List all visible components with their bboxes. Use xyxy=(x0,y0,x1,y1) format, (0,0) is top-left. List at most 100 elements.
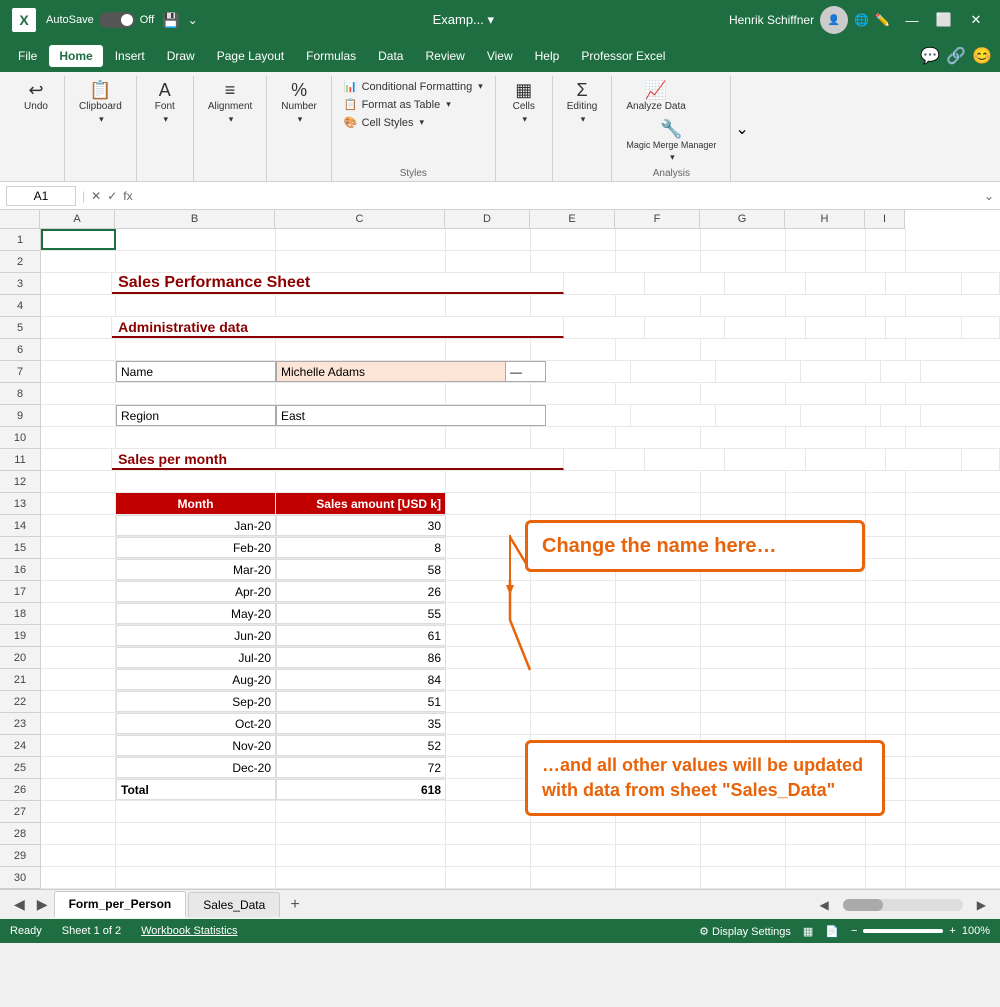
cell-h5[interactable] xyxy=(886,317,962,338)
cell-i3[interactable] xyxy=(962,273,1000,294)
cell-e12[interactable] xyxy=(531,471,616,492)
cell-i28[interactable] xyxy=(866,823,906,844)
cell-f3[interactable] xyxy=(725,273,805,294)
cell-a8[interactable] xyxy=(41,383,116,404)
row-header-5[interactable]: 5 xyxy=(0,317,40,339)
cell-h30[interactable] xyxy=(786,867,866,888)
cell-f5[interactable] xyxy=(725,317,805,338)
cell-a14[interactable] xyxy=(41,515,116,536)
cell-e9[interactable] xyxy=(546,405,631,426)
cell-g13[interactable] xyxy=(701,493,786,514)
cell-jan-value[interactable]: 30 xyxy=(276,515,446,536)
formula-expand-icon[interactable]: ⌄ xyxy=(984,189,994,203)
cell-a7[interactable] xyxy=(41,361,116,382)
cell-may-value[interactable]: 55 xyxy=(276,603,446,624)
cell-c12[interactable] xyxy=(276,471,446,492)
row-header-30[interactable]: 30 xyxy=(0,867,40,889)
minimize-button[interactable]: — xyxy=(898,6,926,34)
cell-i9[interactable] xyxy=(881,405,921,426)
cell-d20[interactable] xyxy=(446,647,531,668)
restore-button[interactable]: ⬜ xyxy=(930,6,958,34)
save-icon[interactable]: 💾 xyxy=(162,12,179,29)
cell-f23[interactable] xyxy=(616,713,701,734)
cell-aug-label[interactable]: Aug-20 xyxy=(116,669,276,690)
cell-e4[interactable] xyxy=(531,295,616,316)
cell-name-label[interactable]: Name xyxy=(116,361,276,382)
cell-c10[interactable] xyxy=(276,427,446,448)
cell-a18[interactable] xyxy=(41,603,116,624)
cell-d16[interactable] xyxy=(446,559,531,580)
cell-apr-value[interactable]: 26 xyxy=(276,581,446,602)
cell-g12[interactable] xyxy=(701,471,786,492)
row-header-3[interactable]: 3 xyxy=(0,273,40,295)
cell-sep-value[interactable]: 51 xyxy=(276,691,446,712)
cell-g18[interactable] xyxy=(701,603,786,624)
cell-region-label[interactable]: Region xyxy=(116,405,276,426)
cell-a4[interactable] xyxy=(41,295,116,316)
menu-page-layout[interactable]: Page Layout xyxy=(207,45,294,67)
cell-b2[interactable] xyxy=(116,251,276,272)
cell-name-arrow[interactable]: — xyxy=(506,361,546,382)
row-header-20[interactable]: 20 xyxy=(0,647,40,669)
row-header-18[interactable]: 18 xyxy=(0,603,40,625)
cell-h17[interactable] xyxy=(786,581,866,602)
cell-d2[interactable] xyxy=(446,251,531,272)
cell-a22[interactable] xyxy=(41,691,116,712)
cell-reference-input[interactable] xyxy=(6,186,76,206)
horizontal-scrollbar[interactable] xyxy=(843,899,963,911)
cell-d14[interactable] xyxy=(446,515,531,536)
cell-f12[interactable] xyxy=(616,471,701,492)
cell-g3[interactable] xyxy=(806,273,886,294)
col-header-h[interactable]: H xyxy=(785,210,865,228)
cell-a12[interactable] xyxy=(41,471,116,492)
cell-h22[interactable] xyxy=(786,691,866,712)
cell-f18[interactable] xyxy=(616,603,701,624)
cell-g17[interactable] xyxy=(701,581,786,602)
cell-a2[interactable] xyxy=(41,251,116,272)
cell-d24[interactable] xyxy=(446,735,531,756)
cell-a30[interactable] xyxy=(41,867,116,888)
cell-g11[interactable] xyxy=(806,449,886,470)
cell-h21[interactable] xyxy=(786,669,866,690)
cell-apr-label[interactable]: Apr-20 xyxy=(116,581,276,602)
cell-e7[interactable] xyxy=(546,361,631,382)
cell-h8[interactable] xyxy=(786,383,866,404)
menu-help[interactable]: Help xyxy=(525,45,570,67)
cell-g1[interactable] xyxy=(701,229,786,250)
cell-h10[interactable] xyxy=(786,427,866,448)
cell-f10[interactable] xyxy=(616,427,701,448)
cell-e29[interactable] xyxy=(531,845,616,866)
row-header-11[interactable]: 11 xyxy=(0,449,40,471)
cell-b12[interactable] xyxy=(116,471,276,492)
cell-b6[interactable] xyxy=(116,339,276,360)
zoom-in-button[interactable]: + xyxy=(949,925,955,937)
cell-c4[interactable] xyxy=(276,295,446,316)
cell-feb-value[interactable]: 8 xyxy=(276,537,446,558)
row-header-15[interactable]: 15 xyxy=(0,537,40,559)
cell-i15[interactable] xyxy=(866,537,906,558)
cell-g30[interactable] xyxy=(701,867,786,888)
cell-f1[interactable] xyxy=(616,229,701,250)
cell-f7[interactable] xyxy=(631,361,716,382)
cell-b4[interactable] xyxy=(116,295,276,316)
row-header-21[interactable]: 21 xyxy=(0,669,40,691)
cell-h20[interactable] xyxy=(786,647,866,668)
row-header-28[interactable]: 28 xyxy=(0,823,40,845)
cell-b27[interactable] xyxy=(116,801,276,822)
cell-dec-value[interactable]: 72 xyxy=(276,757,446,778)
cell-f22[interactable] xyxy=(616,691,701,712)
menu-data[interactable]: Data xyxy=(368,45,413,67)
cell-f28[interactable] xyxy=(616,823,701,844)
editing-button[interactable]: Σ Editing ▾ xyxy=(561,78,604,128)
cell-a20[interactable] xyxy=(41,647,116,668)
workbook-stats-button[interactable]: Workbook Statistics xyxy=(141,925,237,937)
cell-title[interactable]: Sales Performance Sheet xyxy=(112,273,564,294)
cell-e5[interactable] xyxy=(645,317,725,338)
row-header-29[interactable]: 29 xyxy=(0,845,40,867)
magic-merge-button[interactable]: 🔧 Magic Merge Manager ▾ xyxy=(620,117,722,166)
tab-prev-button[interactable]: ◀ xyxy=(8,892,31,917)
zoom-out-button[interactable]: − xyxy=(851,925,857,937)
cell-e13[interactable] xyxy=(531,493,616,514)
cell-h1[interactable] xyxy=(786,229,866,250)
window-controls[interactable]: — ⬜ ✕ xyxy=(898,6,990,34)
